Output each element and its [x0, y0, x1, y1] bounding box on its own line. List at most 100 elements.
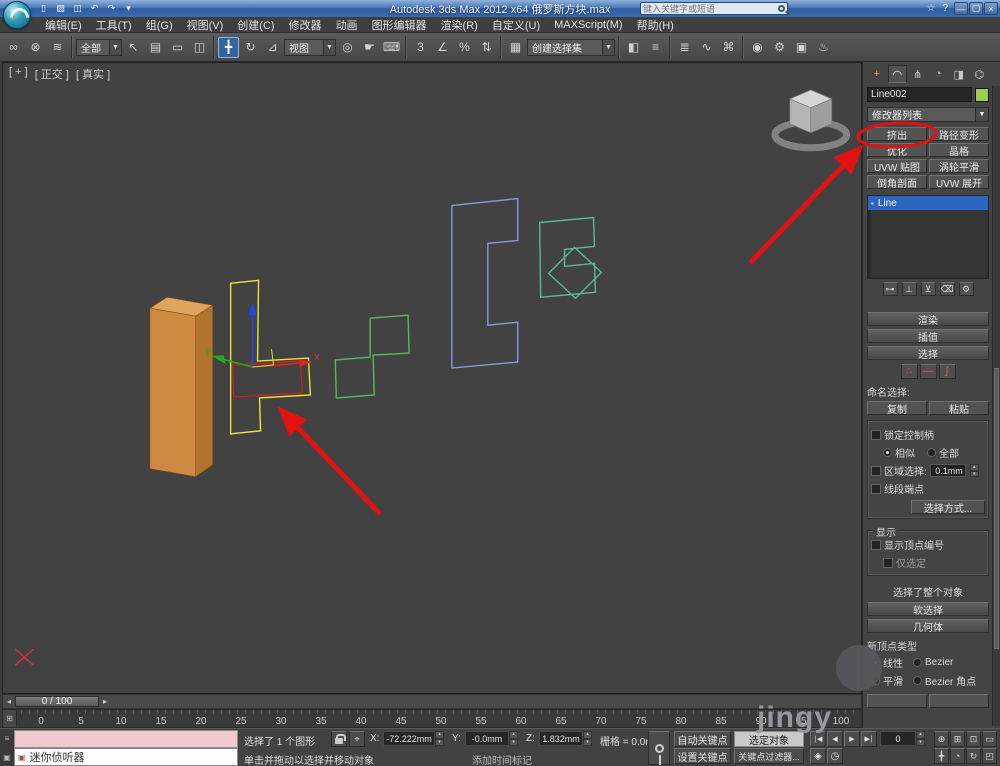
viewport[interactable]: + 正交 真实 x y	[2, 62, 862, 694]
spinner-snap-icon[interactable]: ⇅	[476, 37, 497, 58]
menu-item[interactable]: 图形编辑器	[365, 17, 434, 32]
time-configuration-button[interactable]: ◷	[827, 748, 843, 764]
remove-modifier-icon[interactable]: ⌫	[939, 282, 955, 296]
viewport-menu-pov[interactable]: 正交	[35, 66, 69, 82]
bind-to-space-warp-icon[interactable]: ≋	[47, 37, 68, 58]
y-coordinate-field[interactable]	[465, 731, 509, 746]
viewport-canvas[interactable]: x y	[3, 63, 861, 693]
menu-item[interactable]: 组(G)	[139, 17, 180, 32]
paste-button[interactable]: 粘贴	[929, 401, 989, 415]
close-button[interactable]: ×	[984, 2, 998, 15]
blue-spline[interactable]	[451, 197, 519, 369]
unlink-selection-icon[interactable]: ⊗	[25, 37, 46, 58]
configure-modifier-sets-icon[interactable]: ⚙	[958, 282, 974, 296]
modifier-list-dropdown[interactable]: 修改器列表 ▼	[867, 107, 989, 122]
spinner-arrows[interactable]: ▴ ▾	[583, 731, 592, 746]
chevron-down-icon[interactable]: ▼	[975, 108, 988, 121]
pin-stack-icon[interactable]: ⊶	[882, 282, 898, 296]
play-button[interactable]: ▶	[844, 731, 860, 747]
selection-lock-toggle[interactable]	[331, 731, 347, 747]
zoom-all-icon[interactable]: ⊞	[950, 731, 965, 747]
tab-create-icon[interactable]: +	[867, 65, 887, 83]
area-selection-value[interactable]	[929, 464, 966, 477]
copy-button[interactable]: 复制	[867, 401, 927, 415]
time-slider[interactable]: ◂ 0 / 100 ▸	[2, 694, 862, 709]
key-mode-toggle[interactable]: ◈	[810, 748, 826, 764]
previous-frame-button[interactable]: ◀	[827, 731, 843, 747]
scrollbar-thumb[interactable]	[994, 367, 999, 650]
object-color-swatch[interactable]	[975, 87, 989, 102]
reference-coordinate-dropdown[interactable]: 视图 ▼	[284, 38, 336, 56]
checkbox-icon[interactable]	[871, 465, 881, 476]
subobject-vertex-icon[interactable]: ∴	[900, 364, 918, 379]
smooth-radio[interactable]: 平滑	[871, 673, 903, 688]
infocenter-search[interactable]	[640, 2, 788, 15]
orbit-icon[interactable]: ↻	[966, 748, 981, 764]
spinner-arrows[interactable]: ▴ ▾	[969, 464, 979, 477]
schematic-view-icon[interactable]: ⌘	[718, 37, 739, 58]
chevron-down-icon[interactable]: ▼	[602, 39, 614, 55]
zoom-region-icon[interactable]: ▭	[982, 731, 997, 747]
modifier-button-lattice[interactable]: 晶格	[929, 143, 989, 157]
select-and-scale-icon[interactable]: ⊿	[262, 37, 283, 58]
box-object[interactable]	[149, 296, 214, 478]
next-frame-arrow-icon[interactable]: ▸	[99, 695, 111, 708]
set-key-button[interactable]: 设置关键点	[674, 748, 731, 764]
radio-icon[interactable]	[883, 448, 892, 457]
open-file-icon[interactable]: ▨	[53, 2, 68, 15]
geometry-button[interactable]	[929, 694, 989, 708]
similar-radio[interactable]: 相似	[883, 445, 915, 460]
show-vertex-numbers-checkbox[interactable]: 显示顶点编号	[871, 537, 985, 552]
time-tag-field[interactable]: 添加时间标记	[472, 752, 532, 766]
modifier-button-path-deform[interactable]: 路径变形	[929, 127, 989, 141]
radio-icon[interactable]	[927, 448, 936, 457]
geometry-button[interactable]	[867, 694, 927, 708]
open-mini-curve-editor-icon[interactable]: ⊞	[3, 710, 17, 727]
viewport-menu-shading[interactable]: 真实	[76, 66, 110, 82]
key-filters-button[interactable]: 关键点过滤器...	[734, 748, 804, 764]
show-end-result-icon[interactable]: ⊥	[901, 282, 917, 296]
tab-hierarchy-icon[interactable]: ⋔	[908, 65, 928, 83]
spinner-arrows[interactable]: ▴ ▾	[509, 731, 518, 746]
auto-key-button[interactable]: 自动关键点	[674, 731, 731, 747]
rollout-soft-selection[interactable]: 软选择	[867, 602, 989, 617]
chevron-down-icon[interactable]: ▼	[323, 39, 335, 55]
tab-utilities-icon[interactable]: ⌬	[970, 65, 990, 83]
redo-icon[interactable]: ↷	[104, 2, 119, 15]
time-slider-handle[interactable]: 0 / 100	[15, 696, 99, 707]
project-dropdown-icon[interactable]: ▾	[121, 2, 136, 15]
rendered-frame-window-icon[interactable]: ▣	[791, 37, 812, 58]
spinner-arrows[interactable]: ▴ ▾	[435, 731, 444, 746]
go-to-end-button[interactable]: ▶∣	[861, 731, 877, 747]
angle-snap-icon[interactable]: ∠	[432, 37, 453, 58]
teal-c-spline[interactable]	[538, 216, 597, 299]
modifier-button-optimize[interactable]: 优化	[867, 143, 927, 157]
listener-menu-icon[interactable]: ≡	[5, 734, 10, 743]
bezier-corner-radio[interactable]: Bezier 角点	[913, 673, 976, 688]
mirror-icon[interactable]: ◧	[623, 37, 644, 58]
linear-radio[interactable]: 线性	[871, 655, 903, 670]
mini-listener-field[interactable]: ▣ 迷你侦听器	[14, 748, 238, 766]
object-name-field[interactable]	[867, 87, 972, 102]
macro-recorder-field[interactable]	[14, 730, 238, 748]
rollout-rendering[interactable]: 渲染	[867, 312, 989, 327]
go-to-start-button[interactable]: ∣◀	[810, 731, 826, 747]
menu-item[interactable]: 编辑(E)	[38, 17, 89, 32]
menu-item[interactable]: 修改器	[282, 17, 329, 32]
use-pivot-center-icon[interactable]: ◎	[337, 37, 358, 58]
select-by-button[interactable]: 选择方式...	[911, 500, 985, 514]
checkbox-icon[interactable]	[883, 557, 893, 568]
move-gizmo[interactable]: x y	[206, 302, 320, 368]
stack-item-line[interactable]: ▪ Line	[868, 196, 988, 210]
layer-manager-icon[interactable]: ≣	[674, 37, 695, 58]
maximize-button[interactable]: ▢	[969, 2, 983, 15]
teal-diamond-spline[interactable]	[547, 246, 603, 300]
area-selection-checkbox[interactable]: 区域选择: ▴▾	[871, 463, 985, 478]
selection-set-dropdown[interactable]: 选定对象	[734, 731, 804, 747]
maximize-viewport-icon[interactable]: ◰	[982, 748, 997, 764]
minimize-button[interactable]: —	[954, 2, 968, 15]
rollout-geometry[interactable]: 几何体	[867, 619, 989, 634]
set-keys-button[interactable]	[648, 731, 670, 765]
render-production-icon[interactable]: ♨	[813, 37, 834, 58]
chevron-down-icon[interactable]: ▼	[109, 39, 121, 55]
